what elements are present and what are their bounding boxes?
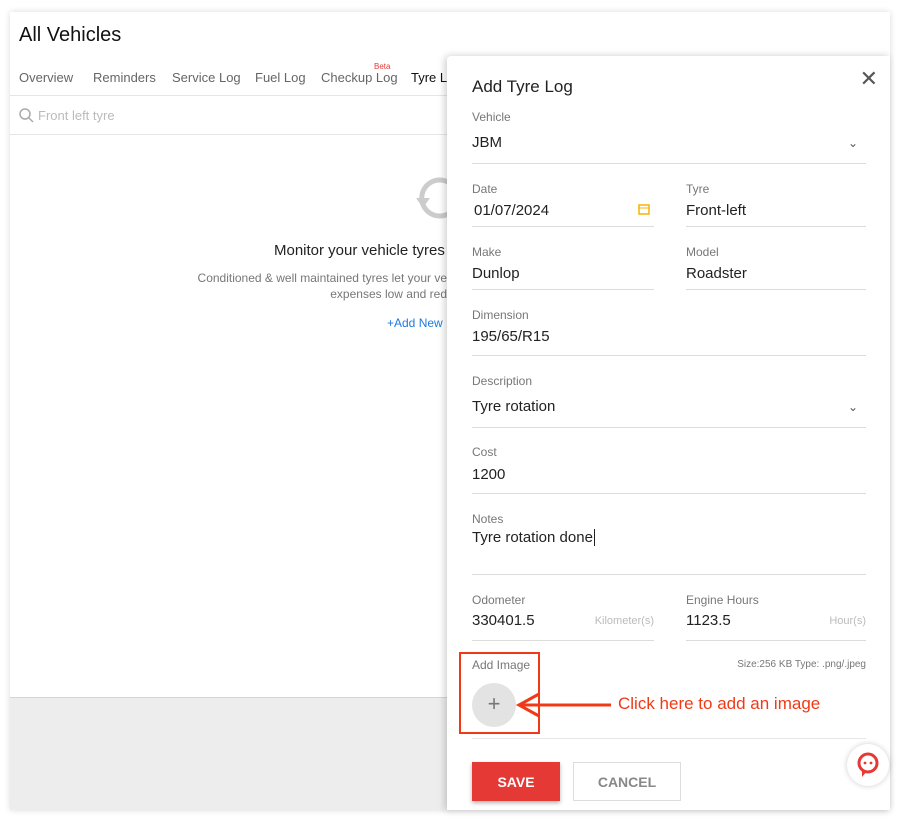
chat-support-button[interactable] <box>847 744 889 786</box>
engine-hours-field[interactable]: Engine Hours 1123.5 Hour(s) <box>686 593 866 641</box>
dimension-label: Dimension <box>472 308 529 322</box>
tab-bar: Overview Reminders Service Log Fuel Log … <box>10 60 447 96</box>
cancel-button[interactable]: CANCEL <box>573 762 681 801</box>
add-tyre-log-panel: Add Tyre Log ✕ Vehicle JBM ⌄ Date 01/07/… <box>447 56 890 810</box>
chat-bubble-icon <box>857 752 879 777</box>
model-label: Model <box>686 245 719 259</box>
notes-label: Notes <box>472 512 504 526</box>
chevron-down-icon: ⌄ <box>847 400 858 414</box>
background-area <box>10 697 450 810</box>
tab-overview[interactable]: Overview <box>19 70 73 85</box>
empty-state-description: Conditioned & well maintained tyres let … <box>197 271 447 301</box>
tab-tyre-log[interactable]: Tyre Log <box>411 70 447 95</box>
dimension-value: 195/65/R15 <box>472 328 550 345</box>
model-field[interactable]: Model Roadster <box>686 245 866 290</box>
cost-field[interactable]: Cost 1200 <box>472 445 866 494</box>
date-label: Date <box>472 182 498 196</box>
chevron-down-icon: ⌄ <box>847 136 858 150</box>
calendar-icon[interactable] <box>638 203 650 215</box>
add-image-label: Add Image <box>472 658 531 672</box>
model-value: Roadster <box>686 265 747 282</box>
plus-icon: + <box>487 691 501 716</box>
vehicle-label: Vehicle <box>472 110 511 124</box>
save-button[interactable]: SAVE <box>472 762 560 801</box>
description-label: Description <box>472 374 533 388</box>
odometer-unit: Kilometer(s) <box>594 615 654 627</box>
search-bar[interactable]: Front left tyre <box>10 97 447 135</box>
divider <box>472 738 866 739</box>
search-icon <box>19 108 34 123</box>
search-input[interactable]: Front left tyre <box>38 108 115 123</box>
annotation-text: Click here to add an image <box>618 694 821 713</box>
cost-value: 1200 <box>472 466 506 483</box>
tab-service-log[interactable]: Service Log <box>172 70 241 85</box>
empty-state-title: Monitor your vehicle tyres <box>274 242 445 259</box>
tab-fuel-log[interactable]: Fuel Log <box>255 70 306 85</box>
dimension-field[interactable]: Dimension 195/65/R15 <box>472 308 866 356</box>
date-field[interactable]: Date 01/07/2024 <box>472 182 654 227</box>
make-value: Dunlop <box>472 265 520 282</box>
tab-checkup-log[interactable]: Checkup Log <box>321 70 398 85</box>
tyre-label: Tyre <box>686 182 710 196</box>
tyre-value: Front-left <box>686 202 747 219</box>
page-title: All Vehicles <box>19 24 122 46</box>
notes-field[interactable]: Notes Tyre rotation done <box>472 512 866 575</box>
notes-value: Tyre rotation done <box>472 529 595 546</box>
make-field[interactable]: Make Dunlop <box>472 245 654 290</box>
date-value: 01/07/2024 <box>474 202 550 219</box>
image-size-info: Size:256 KB Type: .png/.jpeg <box>737 659 866 670</box>
odometer-value: 330401.5 <box>472 612 535 629</box>
odometer-field[interactable]: Odometer 330401.5 Kilometer(s) <box>472 593 654 641</box>
tyre-field[interactable]: Tyre Front-left <box>686 182 866 227</box>
description-value: Tyre rotation <box>472 398 556 415</box>
make-label: Make <box>472 245 502 259</box>
add-image-button[interactable]: + <box>472 683 516 727</box>
engine-hours-value: 1123.5 <box>686 612 731 629</box>
annotation-arrow-icon <box>515 692 611 718</box>
add-new-link[interactable]: +Add New <box>387 316 443 330</box>
engine-hours-unit: Hour(s) <box>829 615 866 627</box>
beta-badge: Beta <box>374 62 391 71</box>
odometer-label: Odometer <box>472 593 526 607</box>
close-icon[interactable]: ✕ <box>860 66 878 92</box>
vehicle-value: JBM <box>472 134 502 151</box>
description-select[interactable]: Description Tyre rotation ⌄ <box>472 374 866 428</box>
cost-label: Cost <box>472 445 497 459</box>
vehicle-select[interactable]: Vehicle JBM ⌄ <box>472 110 866 164</box>
tab-reminders[interactable]: Reminders <box>93 70 156 85</box>
panel-title: Add Tyre Log <box>472 77 573 96</box>
engine-hours-label: Engine Hours <box>686 593 759 607</box>
